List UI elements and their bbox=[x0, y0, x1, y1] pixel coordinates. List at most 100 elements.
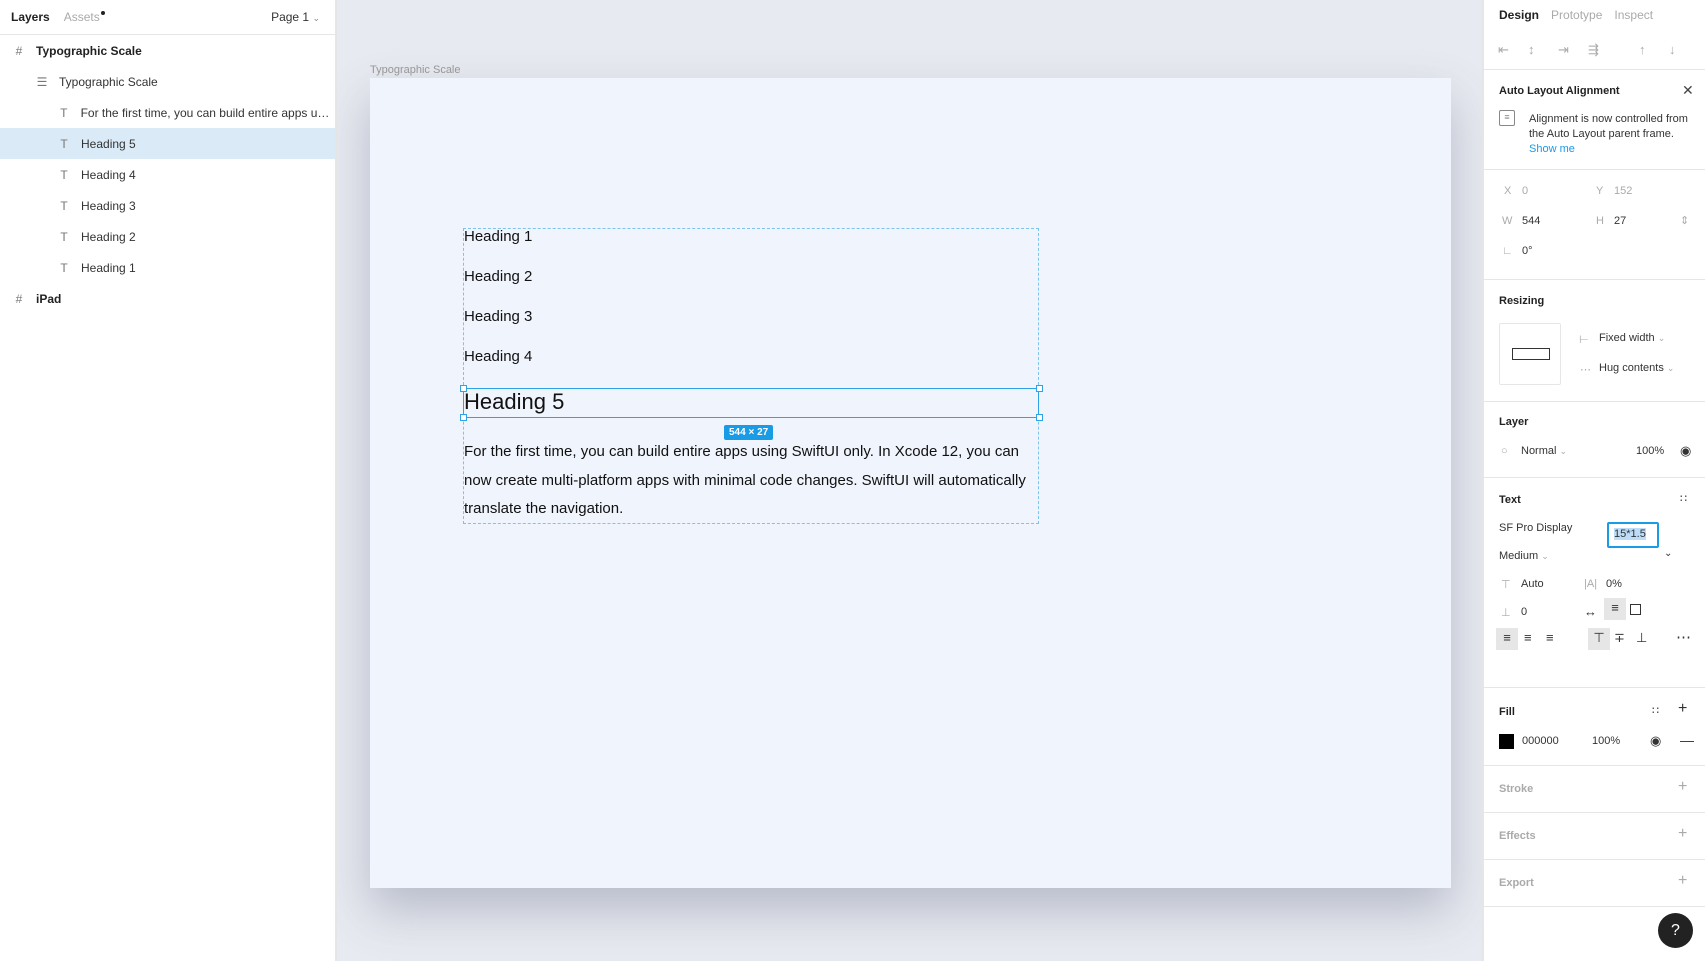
layer-item-heading-5[interactable]: T Heading 5 bbox=[0, 128, 335, 159]
text-styles-icon[interactable]: ∷ bbox=[1680, 492, 1687, 505]
layers-panel-header: Layers Assets Page 1 ⌄ bbox=[0, 0, 335, 35]
layer-item-typographic-scale-autolayout[interactable]: ☰ Typographic Scale bbox=[0, 66, 335, 97]
line-height-field[interactable]: Auto bbox=[1521, 578, 1544, 590]
remove-fill-icon[interactable]: — bbox=[1680, 732, 1694, 748]
tab-layers[interactable]: Layers bbox=[11, 10, 50, 24]
w-label: W bbox=[1502, 215, 1513, 227]
constrain-proportions-icon[interactable]: ⇕ bbox=[1680, 214, 1689, 227]
x-field[interactable]: 0 bbox=[1522, 185, 1528, 197]
w-field[interactable]: 544 bbox=[1522, 215, 1540, 227]
autolayout-icon: ☰ bbox=[36, 74, 48, 89]
text-icon: T bbox=[60, 198, 68, 213]
auto-height-icon[interactable]: ≡ bbox=[1604, 598, 1626, 620]
font-size-input[interactable]: 15*1.5 bbox=[1607, 522, 1659, 548]
layer-item-heading-1[interactable]: T Heading 1 bbox=[0, 252, 335, 283]
tab-design[interactable]: Design bbox=[1499, 8, 1539, 22]
frame-label[interactable]: Typographic Scale bbox=[370, 64, 461, 76]
paragraph-text[interactable]: For the first time, you can build entire… bbox=[464, 438, 1034, 524]
help-button[interactable]: ? bbox=[1658, 913, 1693, 948]
auto-width-icon[interactable]: ↔ bbox=[1584, 604, 1597, 619]
tab-prototype[interactable]: Prototype bbox=[1551, 8, 1602, 22]
resize-handle-top-right[interactable] bbox=[1036, 385, 1043, 392]
layer-label: Heading 1 bbox=[81, 260, 136, 275]
font-weight-select[interactable]: Medium ⌄ bbox=[1499, 550, 1549, 562]
fill-styles-icon[interactable]: ∷ bbox=[1652, 704, 1659, 717]
fill-color-swatch[interactable] bbox=[1499, 734, 1514, 749]
auto-layout-message-text: Alignment is now controlled from the Aut… bbox=[1529, 113, 1688, 140]
resizing-preview[interactable] bbox=[1499, 323, 1561, 385]
layer-label: Typographic Scale bbox=[59, 74, 158, 89]
distribute-icon[interactable]: ⇶ bbox=[1588, 42, 1618, 58]
font-family-select[interactable]: SF Pro Display bbox=[1499, 522, 1572, 534]
layer-title: Layer bbox=[1499, 416, 1529, 428]
layers-panel: Layers Assets Page 1 ⌄ # Typographic Sca… bbox=[0, 0, 336, 961]
resizing-preview-box bbox=[1512, 348, 1550, 360]
align-text-center-icon[interactable]: ≡ bbox=[1524, 630, 1532, 645]
tab-assets[interactable]: Assets bbox=[64, 10, 105, 24]
add-effect-icon[interactable]: + bbox=[1678, 825, 1687, 843]
stroke-title: Stroke bbox=[1499, 783, 1534, 795]
align-right-icon[interactable]: ⇥ bbox=[1558, 42, 1588, 58]
layer-item-ipad[interactable]: # iPad bbox=[0, 283, 335, 314]
layer-label: For the first time, you can build entire… bbox=[80, 105, 335, 120]
heading-4-text[interactable]: Heading 4 bbox=[464, 348, 532, 365]
align-middle-icon[interactable]: ∓ bbox=[1614, 630, 1625, 646]
align-center-icon[interactable]: ↕ bbox=[1528, 42, 1558, 57]
add-stroke-icon[interactable]: + bbox=[1678, 778, 1687, 796]
eye-icon[interactable]: ◉ bbox=[1650, 733, 1661, 749]
blend-mode-select[interactable]: Normal ⌄ bbox=[1521, 445, 1567, 457]
more-options-icon[interactable]: ⋯ bbox=[1676, 628, 1691, 646]
layer-item-paragraph[interactable]: T For the first time, you can build enti… bbox=[0, 97, 335, 128]
frame-icon: # bbox=[15, 291, 23, 306]
fill-hex-field[interactable]: 000000 bbox=[1522, 735, 1559, 747]
resize-handle-top-left[interactable] bbox=[460, 385, 467, 392]
vertical-resizing-select[interactable]: Hug contents ⌄ bbox=[1599, 362, 1674, 374]
align-left-icon[interactable]: ⇤ bbox=[1498, 42, 1528, 58]
y-field[interactable]: 152 bbox=[1614, 185, 1632, 197]
arrow-up-icon[interactable]: ↑ bbox=[1639, 42, 1669, 57]
fixed-size-icon[interactable] bbox=[1630, 604, 1641, 615]
arrow-down-icon[interactable]: ↓ bbox=[1669, 42, 1699, 57]
layer-label: Heading 4 bbox=[81, 167, 136, 182]
add-export-icon[interactable]: + bbox=[1678, 872, 1687, 890]
align-text-right-icon[interactable]: ≡ bbox=[1546, 630, 1554, 645]
eye-icon[interactable]: ◉ bbox=[1680, 443, 1691, 459]
add-fill-icon[interactable]: + bbox=[1678, 700, 1687, 718]
auto-layout-title: Auto Layout Alignment bbox=[1499, 85, 1620, 97]
tab-inspect[interactable]: Inspect bbox=[1614, 8, 1653, 22]
chevron-down-icon: ⌄ bbox=[1559, 446, 1568, 456]
effects-section: Effects + bbox=[1484, 813, 1705, 860]
typographic-scale-frame[interactable]: Heading 1 Heading 2 Heading 3 Heading 4 … bbox=[370, 78, 1451, 888]
page-selector[interactable]: Page 1 ⌄ bbox=[271, 10, 320, 24]
h-field[interactable]: 27 bbox=[1614, 215, 1626, 227]
layer-item-typographic-scale[interactable]: # Typographic Scale bbox=[0, 35, 335, 66]
heading-1-text[interactable]: Heading 1 bbox=[464, 228, 532, 245]
paragraph-spacing-field[interactable]: 0 bbox=[1521, 606, 1527, 618]
canvas[interactable]: Typographic Scale Heading 1 Heading 2 He… bbox=[337, 0, 1482, 961]
rotation-field[interactable]: 0° bbox=[1522, 245, 1533, 257]
layer-item-heading-3[interactable]: T Heading 3 bbox=[0, 190, 335, 221]
chevron-down-icon[interactable]: ⌄ bbox=[1664, 548, 1672, 559]
align-top-icon[interactable]: ⊤ bbox=[1588, 628, 1610, 650]
layer-section: Layer ○ Normal ⌄ 100% ◉ bbox=[1484, 402, 1705, 478]
resizing-title: Resizing bbox=[1499, 295, 1545, 307]
show-me-link[interactable]: Show me bbox=[1529, 143, 1575, 155]
horizontal-resize-icon: ⊢ bbox=[1579, 334, 1589, 346]
layer-opacity-field[interactable]: 100% bbox=[1636, 445, 1664, 457]
letter-spacing-field[interactable]: 0% bbox=[1606, 578, 1622, 590]
close-icon[interactable]: ✕ bbox=[1682, 82, 1694, 99]
fill-opacity-field[interactable]: 100% bbox=[1592, 735, 1620, 747]
layer-item-heading-2[interactable]: T Heading 2 bbox=[0, 221, 335, 252]
align-bottom-icon[interactable]: ⊥ bbox=[1636, 630, 1647, 646]
heading-3-text[interactable]: Heading 3 bbox=[464, 308, 532, 325]
heading-5-text[interactable]: Heading 5 bbox=[464, 389, 564, 415]
heading-2-text[interactable]: Heading 2 bbox=[464, 268, 532, 285]
resize-handle-bottom-right[interactable] bbox=[1036, 414, 1043, 421]
layer-item-heading-4[interactable]: T Heading 4 bbox=[0, 159, 335, 190]
page-selector-label: Page 1 bbox=[271, 10, 310, 24]
align-text-left-icon[interactable]: ≡ bbox=[1496, 628, 1518, 650]
resize-handle-bottom-left[interactable] bbox=[460, 414, 467, 421]
export-title: Export bbox=[1499, 877, 1534, 889]
x-label: X bbox=[1504, 185, 1512, 197]
horizontal-resizing-select[interactable]: Fixed width ⌄ bbox=[1599, 332, 1665, 344]
